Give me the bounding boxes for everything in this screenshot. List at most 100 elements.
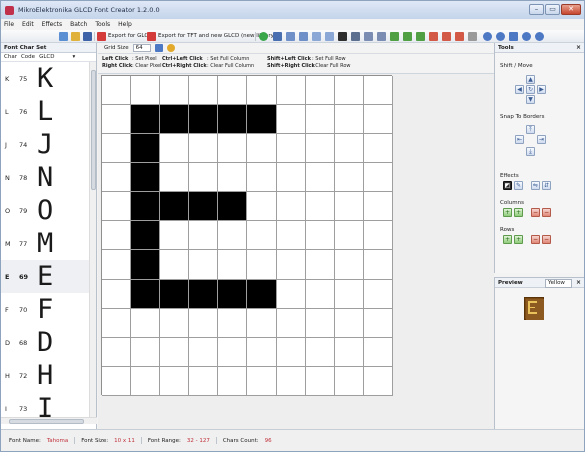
copy-icon[interactable] (273, 32, 282, 41)
menu-effects[interactable]: Effects (42, 21, 62, 28)
pixel-cell[interactable] (276, 366, 306, 396)
pixel-cell[interactable] (305, 221, 335, 251)
pixel-cell[interactable] (189, 366, 219, 396)
pixel-cell[interactable] (102, 279, 132, 309)
delete-row-button[interactable]: − (531, 235, 540, 244)
export-glcd-icon[interactable] (97, 32, 106, 41)
pixel-cell[interactable] (189, 250, 219, 280)
char-list-row[interactable]: N 78 N (1, 161, 89, 194)
export-tft-icon[interactable] (147, 32, 156, 41)
pixel-cell[interactable] (334, 163, 364, 193)
pixel-cell[interactable] (363, 134, 393, 164)
char-list-row[interactable]: J 74 J (1, 128, 89, 161)
pixel-cell[interactable] (334, 192, 364, 222)
pixel-cell[interactable] (276, 337, 306, 367)
char-list-vertical-scrollbar[interactable] (89, 62, 96, 417)
pixel-cell[interactable] (189, 221, 219, 251)
pixel-cell[interactable] (334, 250, 364, 280)
pixel-cell[interactable] (247, 250, 277, 280)
pixel-cell[interactable] (247, 134, 277, 164)
close-icon[interactable]: × (576, 44, 581, 51)
pixel-cell[interactable] (247, 337, 277, 367)
shift-right-button[interactable]: ▶ (537, 85, 546, 94)
pixel-cell[interactable] (276, 279, 306, 309)
pixel-cell[interactable] (305, 105, 335, 135)
shift-left-button[interactable]: ◀ (515, 85, 524, 94)
paste-icon[interactable] (325, 32, 334, 41)
pixel-cell[interactable] (305, 163, 335, 193)
pixel-cell[interactable] (363, 163, 393, 193)
pixel-cell[interactable] (218, 105, 248, 135)
chevron-down-icon[interactable]: ▾ (72, 54, 75, 60)
cut-icon[interactable] (312, 32, 321, 41)
pixel-cell[interactable] (131, 134, 161, 164)
pixel-cell[interactable] (247, 105, 277, 135)
remove-row-button[interactable]: − (542, 235, 551, 244)
pixel-cell[interactable] (131, 76, 161, 106)
pixel-cell[interactable] (363, 221, 393, 251)
menu-batch[interactable]: Batch (70, 21, 87, 28)
pixel-cell[interactable] (363, 279, 393, 309)
pixel-cell[interactable] (276, 105, 306, 135)
pixel-cell[interactable] (160, 76, 190, 106)
pixel-cell[interactable] (102, 308, 132, 338)
pixel-cell[interactable] (276, 163, 306, 193)
pixel-cell[interactable] (247, 192, 277, 222)
pixel-cell[interactable] (160, 337, 190, 367)
remove-icon[interactable] (455, 32, 464, 41)
pixel-cell[interactable] (218, 250, 248, 280)
char-list-row[interactable]: K 75 K (1, 62, 89, 95)
pixel-cell[interactable] (131, 250, 161, 280)
menu-help[interactable]: Help (118, 21, 132, 28)
pixel-cell[interactable] (131, 192, 161, 222)
pixel-cell[interactable] (102, 192, 132, 222)
pixel-cell[interactable] (247, 308, 277, 338)
delete-column-icon[interactable] (429, 32, 438, 41)
pixel-cell[interactable] (276, 192, 306, 222)
snap-bottom-button[interactable]: ⤓ (526, 147, 535, 156)
pixel-cell[interactable] (102, 366, 132, 396)
mirror-icon[interactable] (364, 32, 373, 41)
pixel-cell[interactable] (305, 366, 335, 396)
snap-top-button[interactable]: ⤒ (526, 125, 535, 134)
pixel-cell[interactable] (218, 308, 248, 338)
pixel-cell[interactable] (218, 163, 248, 193)
pixel-cell[interactable] (218, 366, 248, 396)
pixel-cell[interactable] (160, 163, 190, 193)
open-folder-icon[interactable] (71, 32, 80, 41)
char-list-row[interactable]: H 72 H (1, 359, 89, 392)
pixel-cell[interactable] (160, 250, 190, 280)
pixel-cell[interactable] (334, 221, 364, 251)
pixel-cell[interactable] (160, 308, 190, 338)
close-icon[interactable]: × (576, 279, 581, 286)
pixel-cell[interactable] (363, 192, 393, 222)
pixel-cell[interactable] (334, 279, 364, 309)
refresh-icon[interactable] (166, 44, 175, 52)
flip-icon[interactable] (377, 32, 386, 41)
pixel-cell[interactable] (218, 192, 248, 222)
preview-color-select[interactable]: Yellow (545, 279, 572, 288)
mirror-button[interactable]: ⇋ (531, 181, 540, 190)
pixel-cell[interactable] (363, 337, 393, 367)
insert-column-icon[interactable] (416, 32, 425, 41)
scroll-thumb[interactable] (91, 70, 96, 190)
pixel-cell[interactable] (305, 250, 335, 280)
grid-size-input[interactable]: 64 (132, 44, 151, 52)
pixel-cell[interactable] (102, 105, 132, 135)
save-icon[interactable] (83, 32, 92, 41)
column-char[interactable]: Char (4, 54, 17, 60)
pixel-grid[interactable] (101, 75, 393, 396)
column-glcd[interactable]: GLCD (39, 54, 54, 60)
pixel-cell[interactable] (102, 163, 132, 193)
pixel-cell[interactable] (363, 366, 393, 396)
char-list-row[interactable]: D 68 D (1, 326, 89, 359)
pixel-cell[interactable] (305, 279, 335, 309)
pixel-cell[interactable] (363, 250, 393, 280)
rotate-icon[interactable] (509, 32, 518, 41)
pixel-cell[interactable] (247, 163, 277, 193)
pixel-cell[interactable] (218, 221, 248, 251)
char-list-row[interactable]: E 69 E (1, 260, 89, 293)
pixel-cell[interactable] (363, 308, 393, 338)
pixel-cell[interactable] (160, 279, 190, 309)
insert-row-button[interactable]: + (514, 235, 523, 244)
